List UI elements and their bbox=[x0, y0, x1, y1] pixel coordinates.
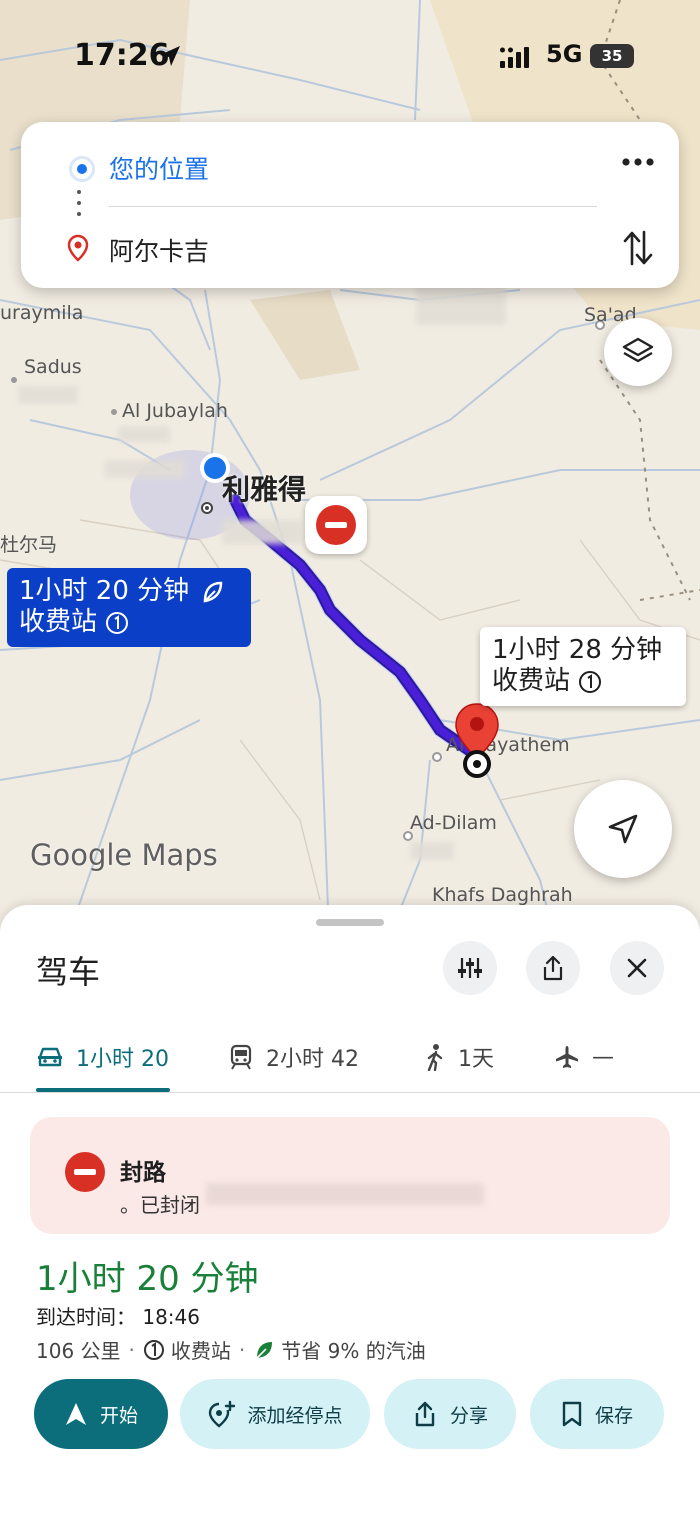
leaf-icon bbox=[203, 581, 223, 603]
tab-label: 2小时 42 bbox=[266, 1047, 359, 1072]
status-time: 17:26 bbox=[74, 38, 170, 73]
destination-pin-icon bbox=[67, 234, 89, 262]
no-entry-icon bbox=[65, 1152, 105, 1192]
tab-walking[interactable]: 1天 bbox=[424, 1037, 494, 1077]
tab-driving[interactable]: 1小时 20 bbox=[36, 1037, 169, 1077]
current-location-dot bbox=[200, 453, 230, 483]
share-label: 分享 bbox=[449, 1404, 488, 1427]
map-view[interactable]: uraymila Sadus Al Jubaylah 杜尔马 Sa'ad Al-… bbox=[0, 0, 700, 960]
redacted-label bbox=[105, 460, 185, 478]
redacted-label bbox=[410, 842, 454, 860]
tab-label: — bbox=[592, 1044, 614, 1070]
redacted-label bbox=[222, 520, 302, 544]
share-icon bbox=[543, 955, 563, 981]
more-options-icon[interactable] bbox=[621, 152, 655, 172]
redacted-label bbox=[18, 386, 78, 404]
bookmark-icon bbox=[562, 1401, 582, 1427]
recenter-button[interactable] bbox=[574, 780, 672, 878]
road-closure-alert[interactable]: 封路 。已封闭 bbox=[30, 1117, 670, 1234]
place-label: Ad-Dilam bbox=[410, 812, 497, 834]
sheet-title: 驾车 bbox=[36, 953, 101, 991]
navigation-arrow-icon bbox=[608, 814, 638, 844]
route-duration: 1小时 20 分钟 bbox=[19, 576, 190, 606]
place-label: Khafs Daghrah bbox=[432, 884, 573, 906]
layers-icon bbox=[622, 337, 654, 363]
close-icon bbox=[627, 958, 647, 978]
route-duration: 1小时 20 分钟 bbox=[36, 1259, 259, 1299]
route-toll: 收费站 bbox=[492, 666, 571, 696]
route-distance: 106 公里 bbox=[36, 1339, 121, 1363]
walk-icon bbox=[427, 1044, 443, 1071]
battery-indicator: 35 bbox=[590, 44, 634, 68]
redacted-label bbox=[118, 426, 170, 442]
toll-icon bbox=[143, 1339, 164, 1360]
alert-title: 封路 bbox=[120, 1160, 166, 1186]
route-duration: 1小时 28 分钟 bbox=[492, 635, 663, 665]
car-icon bbox=[38, 1047, 62, 1067]
route-details: 106 公里 · 收费站 · 节省 9% 的汽油 bbox=[36, 1335, 426, 1364]
destination-pin-icon[interactable] bbox=[452, 700, 502, 782]
add-location-icon bbox=[209, 1400, 236, 1428]
flight-icon bbox=[556, 1046, 578, 1068]
tab-flights[interactable]: — bbox=[554, 1037, 614, 1077]
signal-icon bbox=[500, 47, 529, 68]
route-label-alternative[interactable]: 1小时 28 分钟 收费站 bbox=[480, 627, 686, 706]
tab-transit[interactable]: 2小时 42 bbox=[228, 1037, 359, 1077]
redacted-text bbox=[206, 1183, 484, 1205]
origin-field[interactable]: 您的位置 bbox=[109, 150, 209, 186]
swap-icon[interactable] bbox=[621, 228, 655, 268]
fuel-savings: 节省 9% 的汽油 bbox=[281, 1339, 426, 1363]
tune-icon bbox=[458, 958, 482, 978]
road-closure-marker[interactable] bbox=[305, 496, 367, 554]
start-label: 开始 bbox=[99, 1404, 138, 1427]
place-label: uraymila bbox=[0, 302, 84, 324]
navigation-icon bbox=[65, 1403, 86, 1425]
add-stop-label: 添加经停点 bbox=[247, 1404, 343, 1427]
drag-handle[interactable] bbox=[316, 919, 384, 926]
toll-icon bbox=[106, 611, 129, 634]
train-icon bbox=[230, 1044, 252, 1070]
route-dots bbox=[77, 190, 81, 223]
route-options-button[interactable] bbox=[443, 941, 497, 995]
tab-label: 1天 bbox=[458, 1047, 494, 1072]
save-label: 保存 bbox=[594, 1404, 633, 1427]
divider bbox=[109, 206, 597, 207]
add-stop-button[interactable]: 添加经停点 bbox=[180, 1379, 370, 1449]
start-button[interactable]: 开始 bbox=[34, 1379, 168, 1449]
share-icon bbox=[415, 1401, 435, 1427]
location-arrow-icon bbox=[160, 46, 180, 66]
alert-subtitle: 。已封闭 bbox=[120, 1193, 200, 1217]
directions-sheet: 驾车 1小时 20 2小时 42 1天 — 封路 。已封闭 1小时 20 分钟 … bbox=[0, 905, 700, 1522]
toll-icon bbox=[579, 670, 602, 693]
close-button[interactable] bbox=[610, 941, 664, 995]
redacted-label bbox=[416, 285, 506, 325]
route-toll: 收费站 bbox=[170, 1339, 231, 1363]
place-label: 杜尔马 bbox=[0, 534, 58, 556]
share-button[interactable]: 分享 bbox=[384, 1379, 516, 1449]
no-entry-icon bbox=[316, 505, 356, 545]
place-label: Al Jubaylah bbox=[122, 400, 228, 422]
share-route-button[interactable] bbox=[526, 941, 580, 995]
save-button[interactable]: 保存 bbox=[530, 1379, 664, 1449]
route-toll: 收费站 bbox=[19, 607, 98, 637]
route-input-card: 您的位置 阿尔卡吉 bbox=[21, 122, 679, 288]
google-maps-logo: Google Maps bbox=[30, 838, 218, 872]
route-label-selected[interactable]: 1小时 20 分钟 收费站 bbox=[7, 568, 251, 647]
tab-label: 1小时 20 bbox=[76, 1047, 169, 1072]
network-type: 5G bbox=[546, 40, 583, 68]
arrival-time: 到达时间： 18:46 bbox=[36, 1305, 200, 1329]
destination-field[interactable]: 阿尔卡吉 bbox=[109, 232, 209, 268]
origin-dot-icon bbox=[69, 156, 95, 182]
place-label: Sadus bbox=[24, 356, 82, 378]
status-bar: 17:26 5G 35 bbox=[0, 0, 700, 112]
layers-button[interactable] bbox=[604, 318, 672, 386]
leaf-icon bbox=[256, 1341, 273, 1359]
divider bbox=[0, 1092, 700, 1093]
